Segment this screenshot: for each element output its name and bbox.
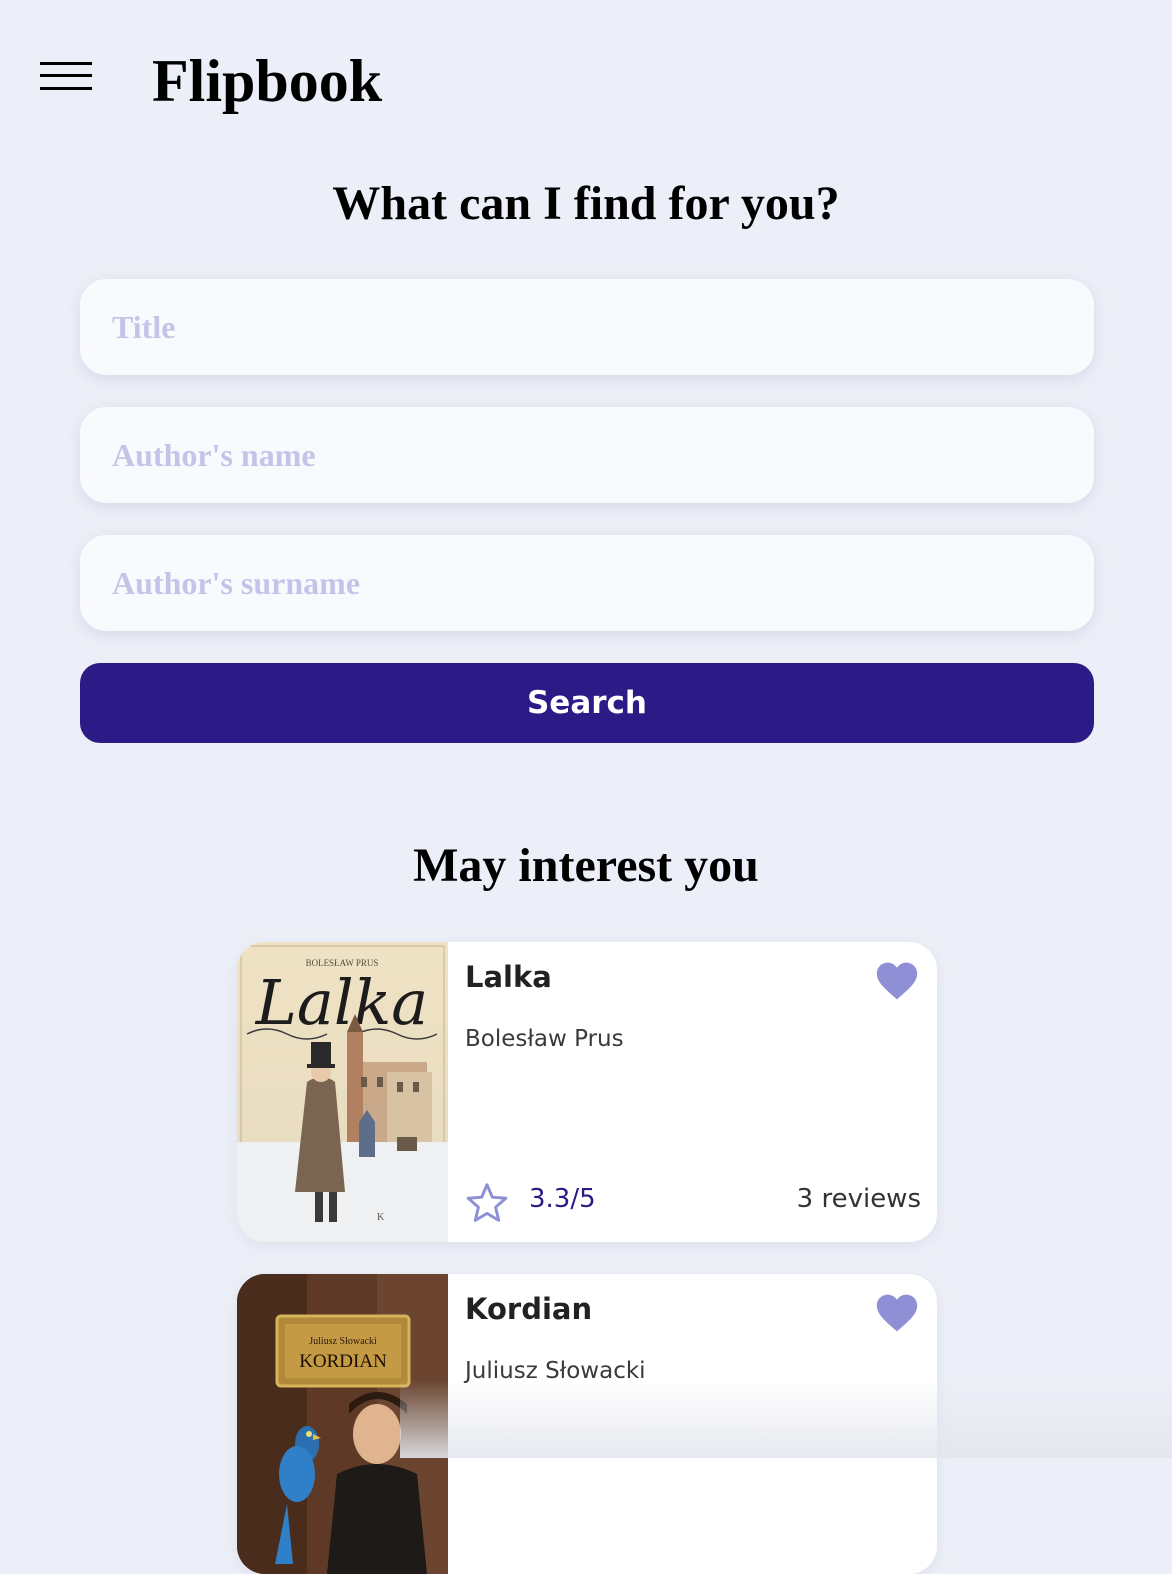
cover-title-text: KORDIAN [299,1351,387,1372]
brand-title: Flipbook [152,48,383,114]
star-icon [465,1182,509,1224]
search-heading: What can I find for you? [332,177,840,230]
book-card-kordian[interactable]: Juliusz Słowacki KORDIAN Kordian Juliusz… [237,1274,937,1574]
reviews-count[interactable]: 3 reviews [797,1184,921,1214]
book-cover-lalka: BOLESŁAW PRUS Lalka K [237,942,448,1242]
cover-title-text: Lalka [255,966,429,1039]
title-input[interactable] [80,279,1094,375]
top-bar: Flipbook [0,0,1172,150]
author-name-input[interactable] [80,407,1094,503]
search-button[interactable]: Search [80,663,1094,743]
heart-icon[interactable] [875,960,919,1002]
svg-text:K: K [377,1212,385,1223]
rating-value: 3.3/5 [529,1184,596,1214]
recommendations-heading: May interest you [413,839,759,892]
cover-author-text: Juliusz Słowacki [309,1336,377,1347]
book-author: Juliusz Słowacki [465,1358,646,1384]
book-title[interactable]: Kordian [465,1292,592,1326]
author-surname-input[interactable] [80,535,1094,631]
book-card-lalka[interactable]: BOLESŁAW PRUS Lalka K Lalka Bolesław Pru… [237,942,937,1242]
heart-icon[interactable] [875,1292,919,1334]
hamburger-icon[interactable] [40,62,92,92]
book-title[interactable]: Lalka [465,960,552,994]
book-cover-kordian: Juliusz Słowacki KORDIAN [237,1274,448,1574]
book-author: Bolesław Prus [465,1026,624,1052]
